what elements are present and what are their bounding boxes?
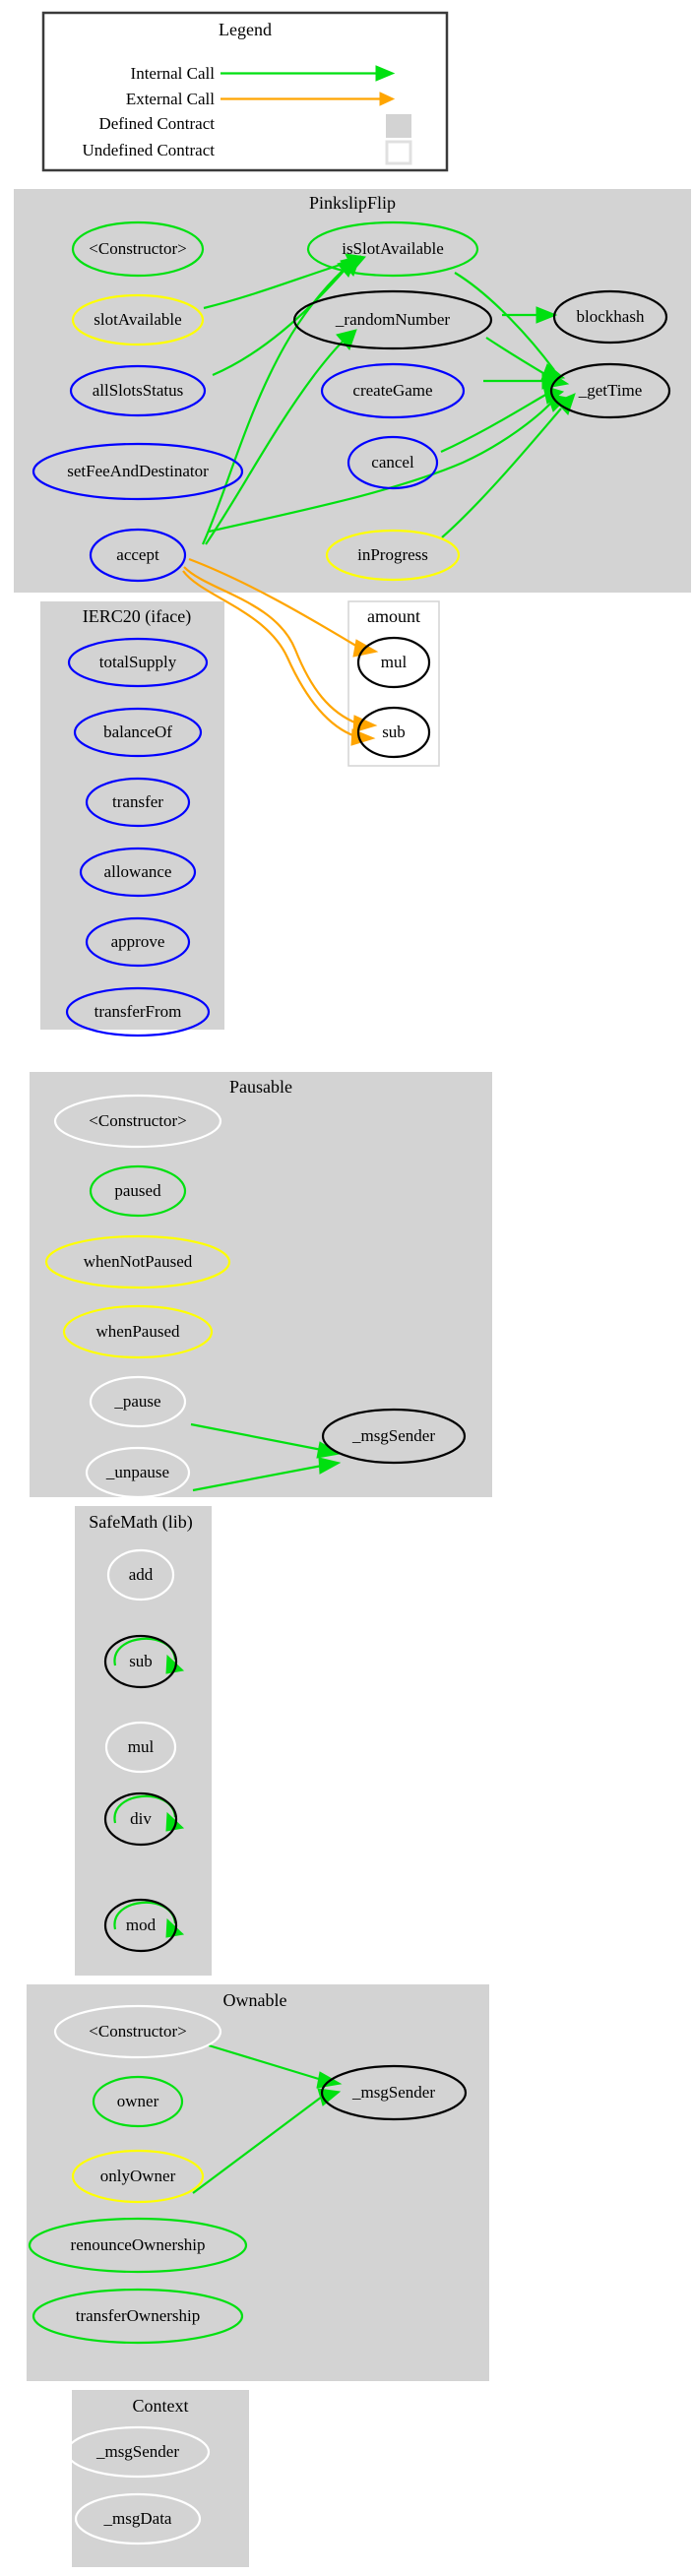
cluster-amount-label: amount [367, 606, 420, 626]
node-label: _msgSender [351, 2083, 435, 2102]
node-label: approve [111, 932, 165, 951]
cluster-pausable-label: Pausable [229, 1077, 292, 1097]
node-label: inProgress [357, 545, 428, 564]
node-label: transferOwnership [76, 2306, 201, 2325]
node-label: <Constructor> [89, 239, 186, 258]
node-label: balanceOf [103, 723, 172, 741]
node-label: transferFrom [94, 1002, 182, 1021]
cluster-pinkslipflip-label: PinkslipFlip [309, 193, 396, 213]
undefined-contract-swatch [385, 140, 412, 165]
node-label: allowance [104, 862, 172, 881]
node-label: allSlotsStatus [93, 381, 184, 400]
node-label: cancel [371, 453, 414, 471]
defined-contract-swatch [386, 114, 411, 138]
node-label: _pause [113, 1392, 160, 1411]
node-label: mul [128, 1737, 155, 1756]
node-label: _msgData [103, 2509, 172, 2528]
node-label: totalSupply [99, 653, 177, 671]
node-label: blockhash [577, 307, 645, 326]
legend-label-external-call: External Call [126, 90, 215, 108]
node-label: <Constructor> [89, 2022, 186, 2041]
node-label: _msgSender [95, 2442, 179, 2461]
node-label: sub [382, 723, 406, 741]
legend-label-internal-call: Internal Call [131, 64, 216, 83]
call-graph-canvas: Legend Internal Call External Call Defin… [0, 0, 693, 2576]
node-label: paused [114, 1181, 161, 1200]
node-label: renounceOwnership [71, 2235, 206, 2254]
node-label: add [129, 1565, 154, 1584]
cluster-ierc20-label: IERC20 (iface) [83, 606, 191, 627]
cluster-safemath-label: SafeMath (lib) [89, 1512, 192, 1533]
legend: Legend Internal Call External Call Defin… [41, 11, 449, 172]
node-label: div [130, 1809, 152, 1828]
node-label: mod [126, 1916, 157, 1934]
cluster-ownable-label: Ownable [223, 1990, 287, 2010]
node-label: _msgSender [351, 1426, 435, 1445]
node-label: onlyOwner [100, 2167, 176, 2185]
cluster-context-label: Context [133, 2396, 189, 2416]
legend-title: Legend [219, 20, 272, 39]
node-label: transfer [112, 792, 163, 811]
node-label: createGame [352, 381, 432, 400]
node-label: setFeeAndDestinator [67, 462, 209, 480]
node-label: _randomNumber [335, 310, 450, 329]
node-label: whenPaused [96, 1322, 180, 1341]
legend-label-undefined-contract: Undefined Contract [82, 141, 215, 159]
node-label: mul [381, 653, 408, 671]
legend-label-defined-contract: Defined Contract [98, 114, 215, 133]
node-label: accept [116, 545, 159, 564]
node-label: slotAvailable [94, 310, 181, 329]
call-graph-svg: Legend Internal Call External Call Defin… [14, 11, 691, 2567]
node-label: owner [117, 2092, 159, 2110]
node-label: <Constructor> [89, 1111, 186, 1130]
cluster-context-box [72, 2390, 249, 2567]
node-label: _getTime [578, 381, 643, 400]
node-label: sub [129, 1652, 153, 1670]
node-label: whenNotPaused [84, 1252, 193, 1271]
node-label: isSlotAvailable [342, 239, 444, 258]
node-label: _unpause [105, 1463, 169, 1481]
cluster-context: Context [72, 2390, 249, 2567]
